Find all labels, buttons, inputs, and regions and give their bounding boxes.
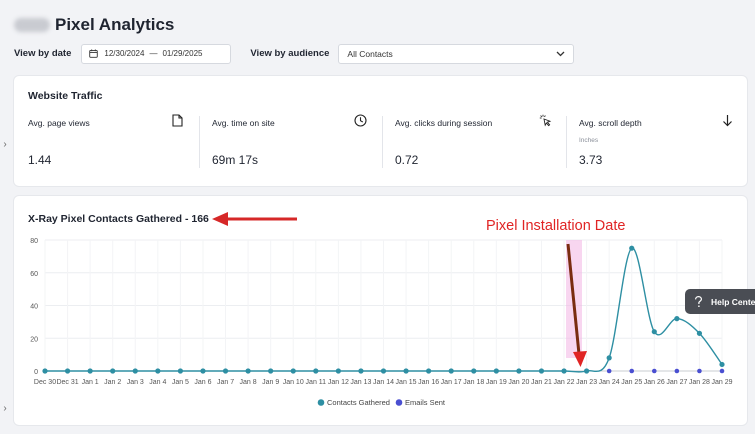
contacts-chart-card: X-Ray Pixel Contacts Gathered - 166: [14, 196, 747, 425]
metric-divider: [566, 116, 567, 168]
metric-divider: [199, 116, 200, 168]
chevron-right-icon[interactable]: ›: [0, 135, 10, 153]
installation-date-annotation: Pixel Installation Date: [486, 218, 626, 234]
metric-value: 1.44: [28, 153, 52, 167]
arrow-down-icon: [723, 115, 732, 127]
page-title: Pixel Analytics: [55, 15, 175, 34]
audience-selected-value: All Contacts: [347, 48, 393, 59]
metric-divider: [382, 116, 383, 168]
clock-icon: [354, 114, 367, 127]
help-center-button[interactable]: Help Center: [685, 289, 755, 314]
metric-clicks: Avg. clicks during session 0.72: [395, 110, 555, 170]
website-traffic-card: Website Traffic Avg. page views 1.44 Avg…: [14, 76, 747, 186]
date-start: 12/30/2024: [104, 49, 145, 58]
metric-scroll-depth: Avg. scroll depth Inches 3.73: [579, 110, 739, 170]
date-filter-label: View by date: [14, 48, 72, 59]
metric-value: 69m 17s: [212, 153, 259, 167]
document-icon: [172, 114, 183, 127]
metric-value: 3.73: [579, 153, 603, 167]
page-header: Pixel Analytics: [14, 14, 174, 36]
website-traffic-title: Website Traffic: [28, 90, 103, 102]
metric-label: Avg. time on site: [212, 118, 275, 128]
date-end: 01/29/2025: [162, 49, 203, 58]
help-center-label: Help Center: [711, 296, 755, 307]
blurred-logo: [14, 18, 50, 32]
question-icon: [695, 295, 703, 307]
chevron-right-icon[interactable]: ›: [0, 399, 10, 417]
metric-time-on-site: Avg. time on site 69m 17s: [212, 110, 368, 170]
metric-label: Avg. page views: [28, 118, 90, 128]
metric-unit: Inches: [579, 137, 599, 144]
metric-value: 0.72: [395, 153, 419, 167]
metric-label: Avg. scroll depth: [579, 118, 642, 128]
contacts-chart-title: X-Ray Pixel Contacts Gathered - 166: [28, 213, 209, 225]
filter-bar: View by date 12/30/2024 — 01/29/2025 Vie…: [14, 43, 575, 64]
audience-filter-label: View by audience: [250, 48, 330, 59]
calendar-icon: [89, 49, 99, 58]
chevron-down-icon: [556, 51, 565, 56]
date-separator: —: [149, 49, 158, 58]
metric-label: Avg. clicks during session: [395, 118, 493, 128]
cursor-click-icon: [539, 114, 552, 127]
audience-select[interactable]: All Contacts: [338, 43, 575, 64]
metric-page-views: Avg. page views 1.44: [28, 110, 184, 170]
date-range-picker[interactable]: 12/30/2024 — 01/29/2025: [81, 43, 232, 64]
